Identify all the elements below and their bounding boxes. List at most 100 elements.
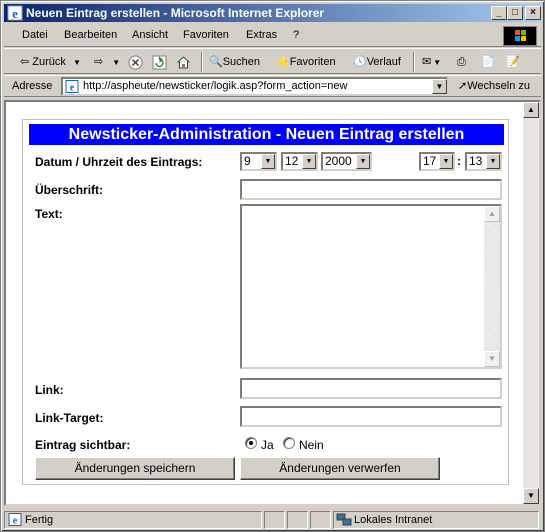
menu-datei[interactable]: Datei: [22, 29, 48, 41]
day-value: 9: [244, 154, 251, 168]
scroll-up-icon[interactable]: ▲: [523, 102, 539, 118]
scroll-down-icon[interactable]: ▼: [484, 351, 500, 367]
save-button[interactable]: Änderungen speichern: [35, 457, 235, 480]
home-button[interactable]: [176, 53, 191, 71]
visible-yes-radio[interactable]: [245, 437, 257, 449]
browser-window: e Neuen Eintrag erstellen - Microsoft In…: [0, 0, 545, 532]
close-button[interactable]: ×: [525, 6, 541, 20]
menu-favoriten[interactable]: Favoriten: [183, 29, 229, 41]
status-text: Fertig: [25, 514, 54, 526]
mail-dropdown-icon[interactable]: ▼: [433, 58, 441, 67]
discard-button[interactable]: Änderungen verwerfen: [240, 457, 440, 480]
svg-text:e: e: [12, 6, 18, 21]
day-select[interactable]: 9 ▼: [240, 152, 277, 171]
search-icon: 🔍: [209, 56, 223, 68]
text-area-scrollbar[interactable]: ▲ ▼: [484, 206, 500, 367]
scroll-down-icon[interactable]: ▼: [523, 488, 539, 504]
address-url: http://aspheute/newsticker/logik.asp?for…: [83, 80, 348, 92]
month-value: 12: [285, 154, 299, 168]
visible-yes-label[interactable]: Ja: [261, 438, 274, 452]
stop-icon: [128, 55, 143, 70]
zone-panel: Lokales Intranet: [333, 511, 539, 529]
back-label: Zurück: [32, 56, 66, 68]
time-separator: :: [457, 154, 461, 168]
internet-explorer-icon: e: [7, 5, 23, 21]
minute-select[interactable]: 13 ▼: [465, 152, 502, 171]
menu-ansicht[interactable]: Ansicht: [132, 29, 168, 41]
windows-logo-icon: [503, 26, 537, 46]
status-panel-empty: [264, 511, 285, 529]
date-time-label: Datum / Uhrzeit des Eintrags:: [35, 155, 203, 169]
go-button[interactable]: ➚Wechseln zu: [458, 79, 530, 92]
zone-text: Lokales Intranet: [354, 514, 433, 526]
edit-icon: 📄: [481, 56, 495, 68]
text-area[interactable]: ▲ ▼: [240, 204, 502, 369]
back-dropdown-icon[interactable]: ▼: [73, 58, 81, 67]
history-label: Verlauf: [366, 56, 401, 68]
toolbar-separator: [201, 52, 203, 72]
year-value: 2000: [325, 154, 352, 168]
back-button[interactable]: ⇦ Zurück ▼: [20, 53, 81, 71]
newsticker-form: Newsticker-Administration - Neuen Eintra…: [22, 119, 509, 485]
toolbar-separator: [413, 52, 415, 72]
search-button[interactable]: 🔍Suchen: [209, 53, 260, 71]
menu-help[interactable]: ?: [293, 29, 299, 41]
headline-label: Überschrift:: [35, 183, 104, 197]
year-select[interactable]: 2000 ▼: [321, 152, 372, 171]
visible-no-label[interactable]: Nein: [299, 438, 324, 452]
minute-value: 13: [469, 154, 483, 168]
page-scrollbar[interactable]: ▲ ▼: [523, 102, 539, 504]
minimize-button[interactable]: _: [491, 6, 507, 20]
edit-button[interactable]: 📄: [481, 53, 495, 71]
history-icon: 🕓: [353, 56, 367, 68]
standard-toolbar: ⇦ Zurück ▼ ⇨ ▼ 🔍Suchen ⭐Favoriten 🕓Verla…: [4, 48, 541, 74]
month-select[interactable]: 12 ▼: [281, 152, 318, 171]
home-icon: [177, 55, 190, 69]
mail-icon: ✉: [422, 56, 432, 68]
forward-arrow-icon: ⇨: [94, 56, 104, 68]
print-button[interactable]: ⎙: [457, 53, 466, 71]
form-heading: Newsticker-Administration - Neuen Eintra…: [29, 124, 504, 145]
svg-text:e: e: [70, 83, 75, 94]
chevron-down-icon: ▼: [302, 154, 316, 169]
svg-text:e: e: [13, 516, 18, 527]
status-panel-empty: [287, 511, 308, 529]
intranet-icon: [336, 513, 352, 526]
status-bar: e Fertig Lokales Intranet: [4, 509, 541, 529]
link-target-input[interactable]: [240, 406, 502, 427]
headline-input[interactable]: [240, 179, 502, 200]
status-panel: e Fertig: [4, 511, 262, 529]
menu-bearbeiten[interactable]: Bearbeiten: [64, 29, 117, 41]
address-input[interactable]: e http://aspheute/newsticker/logik.asp?f…: [61, 77, 448, 96]
go-arrow-icon: ➚: [458, 80, 468, 92]
scroll-up-icon[interactable]: ▲: [484, 206, 500, 222]
history-button[interactable]: 🕓Verlauf: [353, 53, 401, 71]
status-panel-empty: [310, 511, 331, 529]
address-dropdown-icon[interactable]: ▼: [432, 79, 447, 94]
print-icon: ⎙: [457, 56, 466, 68]
refresh-button[interactable]: [152, 53, 167, 71]
page-content: Newsticker-Administration - Neuen Eintra…: [4, 100, 541, 506]
favorites-button[interactable]: ⭐Favoriten: [276, 53, 336, 71]
visible-no-radio[interactable]: [283, 437, 295, 449]
forward-dropdown-icon[interactable]: ▼: [112, 58, 120, 67]
chevron-down-icon: ▼: [439, 154, 453, 169]
title-bar[interactable]: e Neuen Eintrag erstellen - Microsoft In…: [4, 4, 541, 22]
hour-select[interactable]: 17 ▼: [419, 152, 455, 171]
link-input[interactable]: [240, 378, 502, 399]
mail-button[interactable]: ✉ ▼: [422, 53, 441, 71]
go-label: Wechseln zu: [467, 80, 530, 92]
forward-button[interactable]: ⇨ ▼: [94, 53, 120, 71]
menu-extras[interactable]: Extras: [246, 29, 277, 41]
window-title: Neuen Eintrag erstellen - Microsoft Inte…: [26, 6, 325, 20]
stop-button[interactable]: [128, 53, 143, 71]
chevron-down-icon: ▼: [261, 154, 275, 169]
refresh-icon: [152, 55, 167, 70]
favorites-label: Favoriten: [289, 56, 336, 68]
menu-bar: Datei Bearbeiten Ansicht Favoriten Extra…: [4, 25, 541, 47]
hour-value: 17: [423, 154, 437, 168]
maximize-button[interactable]: □: [507, 6, 523, 20]
discuss-button[interactable]: 📝: [506, 53, 520, 71]
chevron-down-icon: ▼: [356, 154, 370, 169]
visible-label: Eintrag sichtbar:: [35, 438, 131, 452]
